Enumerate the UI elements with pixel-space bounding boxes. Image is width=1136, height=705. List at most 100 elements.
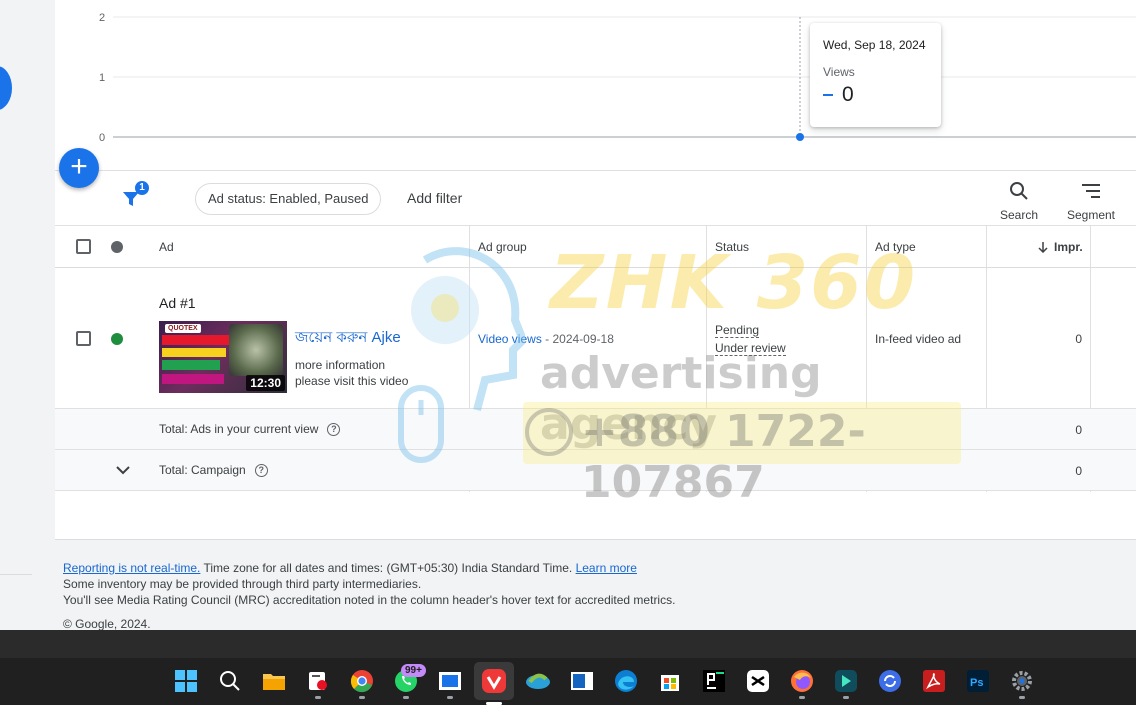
ad-description: more information please visit this video xyxy=(295,357,408,389)
filmora-icon[interactable] xyxy=(833,668,859,699)
total-current-view-label: Total: Ads in your current view xyxy=(159,422,319,436)
app-window-icon[interactable] xyxy=(437,668,463,699)
total-campaign-row: Total: Campaign ? 0 xyxy=(55,450,1136,491)
search-icon xyxy=(1010,182,1028,200)
microsoft-store-icon[interactable] xyxy=(657,668,683,694)
status-column-icon xyxy=(111,241,123,253)
snipping-tool-icon[interactable] xyxy=(305,668,331,699)
svg-text:Ps: Ps xyxy=(970,677,983,689)
ad-headline-link[interactable]: জয়েন করুন Ajke xyxy=(295,326,401,351)
total-current-view-row: Total: Ads in your current view ? 0 xyxy=(55,409,1136,450)
tooltip-value: 0 xyxy=(842,83,854,106)
total-campaign-impr: 0 xyxy=(1075,464,1082,478)
status-under-review: Under review xyxy=(715,341,786,356)
capcut-icon[interactable] xyxy=(745,668,771,694)
reporting-link[interactable]: Reporting is not real-time. xyxy=(63,561,200,575)
chrome-icon[interactable] xyxy=(349,668,375,699)
copyright: © Google, 2024. xyxy=(63,617,151,630)
inventory-note: Some inventory may be provided through t… xyxy=(63,577,422,591)
settings-gear-icon[interactable] xyxy=(1009,668,1035,699)
vivaldi-icon[interactable] xyxy=(474,662,514,705)
chart-tooltip: Wed, Sep 18, 2024 Views 0 xyxy=(810,23,941,127)
views-data-point[interactable] xyxy=(796,133,804,141)
running-indicator xyxy=(843,696,849,699)
table-header: Ad Ad group Status Ad type Impr. xyxy=(55,226,1136,268)
video-duration: 12:30 xyxy=(246,375,285,391)
series-legend-dash xyxy=(823,94,833,96)
table-row: Ad #1 QUOTEX 12:30 জয়েন করুন Ajke more … xyxy=(55,268,1136,409)
thumbnail-banner xyxy=(162,348,226,357)
thumbnail-banner xyxy=(162,374,224,384)
status-pending: Pending xyxy=(715,323,760,338)
acrobat-icon[interactable] xyxy=(921,668,947,694)
total-current-view: Total: Ads in your current view ? xyxy=(159,422,341,436)
column-header-impr[interactable]: Impr. xyxy=(1037,240,1083,254)
whiteboard-icon[interactable] xyxy=(569,668,595,694)
column-header-status[interactable]: Status xyxy=(715,240,749,254)
file-explorer-icon[interactable] xyxy=(261,668,287,694)
enabled-status-dot[interactable] xyxy=(111,333,123,345)
learn-more-link[interactable]: Learn more xyxy=(576,561,637,575)
edge-icon[interactable] xyxy=(613,668,639,694)
filter-bar: 1 Ad status: Enabled, Paused Add filter … xyxy=(55,170,1136,226)
row-checkbox[interactable] xyxy=(76,331,91,346)
running-indicator xyxy=(359,696,365,699)
ad-group-link[interactable]: Video views - 2024-09-18 xyxy=(478,332,614,346)
start-icon[interactable] xyxy=(173,668,199,694)
thumbnail-photo xyxy=(229,324,283,376)
total-campaign: Total: Campaign ? xyxy=(159,463,268,477)
search-icon[interactable] xyxy=(217,668,243,694)
running-indicator xyxy=(447,696,453,699)
chevron-down-icon[interactable] xyxy=(115,464,131,476)
thumbnail-banner xyxy=(162,335,230,345)
ad-status-filter-chip[interactable]: Ad status: Enabled, Paused xyxy=(195,183,382,215)
whatsapp-unread-badge: 99+ xyxy=(401,664,426,677)
google-ads-page: 2 1 0 Wed, Sep 18, 2024 Views 0 + 1 Ad s… xyxy=(0,0,1136,630)
impr-label: Impr. xyxy=(1054,240,1083,254)
column-header-ad-group[interactable]: Ad group xyxy=(478,240,527,254)
impr-value: 0 xyxy=(1075,332,1082,346)
running-indicator xyxy=(799,696,805,699)
sync-app-icon[interactable] xyxy=(877,668,903,694)
tooltip-date: Wed, Sep 18, 2024 xyxy=(823,38,926,52)
total-campaign-label: Total: Campaign xyxy=(159,463,246,477)
column-header-ad-type[interactable]: Ad type xyxy=(875,240,916,254)
side-panel-button[interactable] xyxy=(0,66,12,110)
total-current-view-impr: 0 xyxy=(1075,423,1082,437)
select-all-checkbox[interactable] xyxy=(76,239,91,254)
ad-description-line: please visit this video xyxy=(295,374,409,388)
segment-icon xyxy=(1082,184,1100,198)
running-indicator xyxy=(1019,696,1025,699)
running-indicator xyxy=(403,696,409,699)
tooltip-metric: Views xyxy=(823,65,855,79)
taskbar-top-strip xyxy=(0,630,1136,658)
column-header-ad[interactable]: Ad xyxy=(159,240,174,254)
help-icon[interactable]: ? xyxy=(327,422,341,436)
taskbar-icons: Ps xyxy=(0,662,1136,705)
photos-icon[interactable] xyxy=(525,668,551,694)
ad-group-date: - 2024-09-18 xyxy=(541,332,614,346)
running-indicator xyxy=(315,696,321,699)
segment-label: Segment xyxy=(1066,208,1116,222)
create-button[interactable]: + xyxy=(59,148,99,188)
mrc-note: You'll see Media Rating Council (MRC) ac… xyxy=(63,593,676,607)
add-filter-button[interactable]: Add filter xyxy=(407,190,462,206)
windows-taskbar: Ps 99+ xyxy=(0,630,1136,705)
help-icon[interactable]: ? xyxy=(254,463,268,477)
photoshop-icon[interactable]: Ps xyxy=(965,668,991,694)
page-footer: Reporting is not real-time. Time zone fo… xyxy=(63,560,675,608)
search-button[interactable]: Search xyxy=(997,179,1041,222)
chart-svg: 2 1 0 xyxy=(99,12,1136,144)
pycharm-icon[interactable] xyxy=(701,668,727,694)
segment-button[interactable]: Segment xyxy=(1065,179,1117,222)
y-tick-1: 1 xyxy=(99,72,105,84)
y-tick-0: 0 xyxy=(99,132,105,144)
sort-descending-icon xyxy=(1038,242,1048,253)
firefox-icon[interactable] xyxy=(789,668,815,699)
tooltip-value-row: 0 xyxy=(823,83,928,107)
search-label: Search xyxy=(999,208,1039,222)
thumbnail-logo: QUOTEX xyxy=(165,324,201,333)
video-thumbnail[interactable]: QUOTEX 12:30 xyxy=(159,321,287,393)
ad-type-value: In-feed video ad xyxy=(875,332,962,346)
ad-status[interactable]: Pending Under review xyxy=(715,321,786,357)
